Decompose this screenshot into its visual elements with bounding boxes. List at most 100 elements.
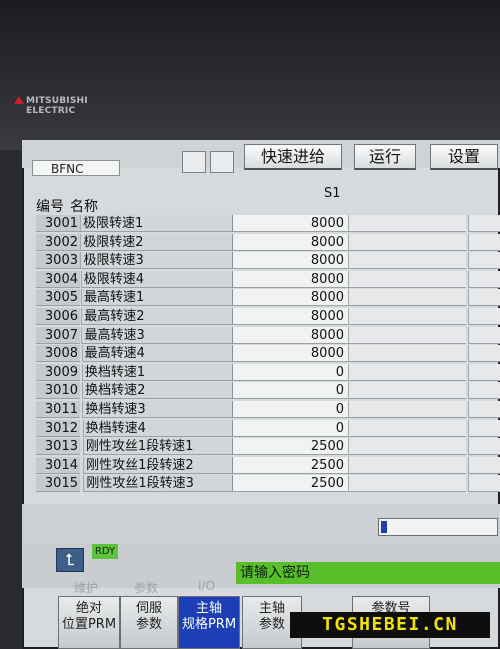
param-value-empty [348, 345, 466, 363]
param-value-s1[interactable]: 0 [232, 419, 348, 437]
param-name: 极限转速2 [80, 233, 233, 251]
param-value-empty [348, 270, 466, 288]
table-row[interactable]: 3011 换档转速3 0 [36, 401, 500, 418]
param-name: 最高转速1 [80, 289, 233, 307]
param-value-empty [468, 252, 500, 270]
param-value-empty [468, 308, 500, 325]
param-value-s1[interactable]: 0 [232, 401, 348, 418]
param-name: 极限转速3 [80, 252, 233, 270]
progress-fill [381, 521, 387, 533]
param-value-empty [348, 363, 466, 381]
table-row[interactable]: 3002 极限转速2 8000 [36, 233, 500, 251]
menu-key-abs-position-prm[interactable]: 绝对 位置PRM [58, 596, 120, 649]
brand-line2: ELECTRIC [26, 106, 76, 116]
blank-key-2[interactable] [210, 151, 234, 173]
table-row[interactable]: 3003 极限转速3 8000 [36, 252, 500, 270]
param-value-s1[interactable]: 0 [232, 363, 348, 381]
menu-key-line1: 主轴 [195, 601, 222, 616]
param-value-empty [468, 363, 500, 381]
table-row[interactable]: 3010 换档转速2 0 [36, 382, 500, 400]
param-value-s1[interactable]: 0 [232, 382, 348, 400]
param-value-s1[interactable]: 8000 [232, 215, 348, 232]
tab-rapid-feed[interactable]: 快速进给 [244, 144, 342, 170]
param-value-s1[interactable]: 2500 [232, 475, 348, 493]
machine-bezel [0, 0, 500, 150]
param-value-s1[interactable]: 2500 [232, 456, 348, 474]
cnc-screen: BFNC 快速进给 运行 设置 S1 编号 名称 3001 极限转速1 8000 300… [22, 140, 500, 649]
param-name: 刚性攻丝1段转速1 [82, 438, 235, 456]
input-area [22, 504, 500, 546]
column-headers: 编号 名称 [36, 196, 104, 216]
param-value-s1[interactable]: 8000 [232, 308, 348, 325]
param-number: 3005 [36, 289, 80, 307]
param-value-empty [348, 252, 466, 270]
param-value-empty [348, 475, 466, 493]
table-row[interactable]: 3014 刚性攻丝1段转速2 2500 [36, 456, 500, 474]
param-value-empty [468, 215, 500, 232]
table-row[interactable]: 3008 最高转速4 8000 [36, 345, 500, 363]
column-header-name: 名称 [70, 199, 98, 215]
param-number: 3009 [36, 363, 80, 381]
watermark: TGSHEBEI.CN [290, 612, 490, 638]
brand-line1: MITSUBISHI [26, 96, 88, 106]
param-value-s1[interactable]: 8000 [232, 233, 348, 251]
param-number: 3008 [36, 345, 80, 363]
param-value-s1[interactable]: 8000 [232, 252, 348, 270]
tab-run[interactable]: 运行 [354, 144, 416, 170]
menu-key-servo-params[interactable]: 伺服 参数 [120, 596, 178, 649]
param-name: 刚性攻丝1段转速2 [83, 456, 236, 474]
table-row[interactable]: 3012 换档转速4 0 [36, 419, 500, 437]
param-number: 3014 [36, 456, 80, 474]
tab-setup[interactable]: 设置 [430, 144, 498, 170]
param-value-empty [348, 326, 466, 344]
param-value-empty [468, 456, 500, 474]
param-value-s1[interactable]: 8000 [232, 345, 348, 363]
table-row[interactable]: 3006 最高转速2 8000 [36, 308, 500, 325]
table-row[interactable]: 3013 刚性攻丝1段转速1 2500 [36, 438, 500, 456]
param-value-empty [348, 401, 466, 418]
column-header-number: 编号 [36, 199, 64, 215]
table-row[interactable]: 3001 极限转速1 8000 [36, 215, 500, 232]
param-number: 3010 [36, 382, 80, 400]
param-value-empty [348, 233, 466, 251]
param-value-s1[interactable]: 8000 [232, 289, 348, 307]
param-value-empty [468, 382, 500, 400]
menu-top-label-maintenance: 维护 [74, 581, 99, 595]
ready-indicator: RDY [92, 544, 118, 559]
param-name: 最高转速2 [81, 308, 234, 325]
table-row[interactable]: 3004 极限转速4 8000 [36, 270, 500, 288]
param-number: 3002 [36, 233, 80, 251]
param-value-empty [468, 289, 500, 307]
table-row[interactable]: 3009 换档转速1 0 [36, 363, 500, 381]
param-name: 换档转速1 [81, 363, 234, 381]
param-value-empty [348, 215, 466, 232]
param-number: 3012 [36, 419, 80, 437]
param-name: 刚性攻丝1段转速3 [83, 475, 236, 493]
param-number: 3004 [36, 270, 80, 288]
menu-key-line1: 伺服 [135, 601, 162, 616]
param-number: 3015 [36, 475, 80, 493]
blank-key-1[interactable] [182, 151, 206, 173]
table-row[interactable]: 3015 刚性攻丝1段转速3 2500 [36, 475, 500, 493]
table-row[interactable]: 3005 最高转速1 8000 [36, 289, 500, 307]
param-number: 3007 [36, 326, 80, 344]
param-value-s1[interactable]: 8000 [232, 326, 348, 344]
menu-top-label-io: I/O [198, 579, 216, 593]
param-value-empty [468, 233, 500, 251]
param-value-s1[interactable]: 8000 [232, 270, 348, 288]
param-value-empty [348, 308, 466, 325]
param-name: 极限转速1 [80, 215, 232, 232]
return-arrow-icon[interactable]: ⮤ [56, 548, 84, 572]
param-number: 3013 [36, 438, 80, 456]
param-value-empty [468, 401, 500, 418]
param-value-s1[interactable]: 2500 [232, 438, 348, 456]
param-value-empty [468, 326, 500, 344]
param-name: 最高转速4 [81, 345, 234, 363]
param-name: 换档转速2 [82, 382, 235, 400]
menu-top-label-params: 参数 [134, 581, 159, 595]
menu-key-line2: 位置PRM [61, 617, 117, 632]
table-row[interactable]: 3007 最高转速3 8000 [36, 326, 500, 344]
tab-bar: BFNC 快速进给 运行 设置 [22, 140, 500, 176]
menu-key-line2: 参数 [135, 617, 162, 632]
menu-key-spindle-spec-prm[interactable]: 主轴 规格PRM [178, 596, 240, 649]
